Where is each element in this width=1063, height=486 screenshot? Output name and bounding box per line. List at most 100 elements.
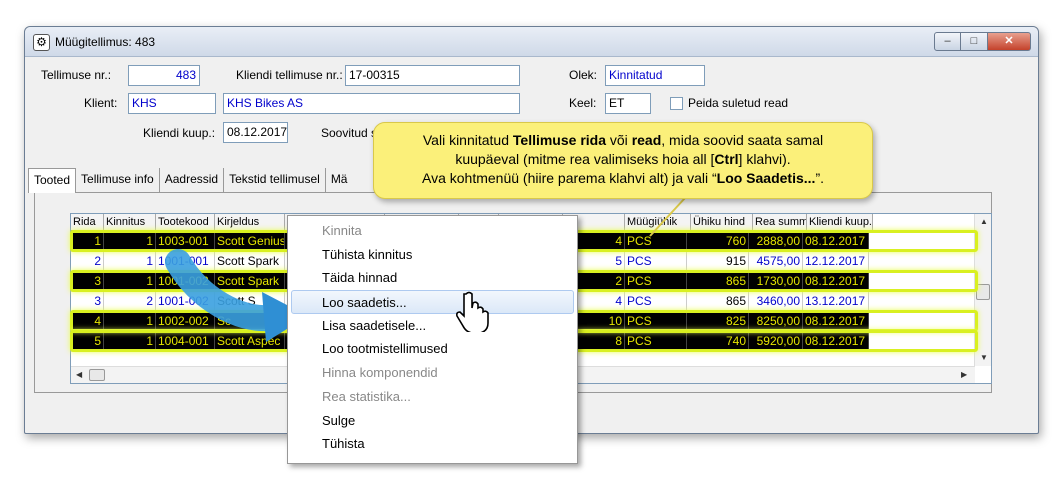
table-cell: PCS <box>625 232 687 252</box>
order-nr-label: Tellimuse nr.: <box>41 68 112 82</box>
table-cell: Sc <box>215 312 285 332</box>
table-cell: 1 <box>104 332 156 352</box>
table-cell: 915 <box>687 252 749 272</box>
table-cell: 5 <box>71 332 104 352</box>
tab-strip: Tooted Tellimuse info Aadressid Tekstid … <box>28 168 353 193</box>
table-cell: 2 <box>104 292 156 312</box>
table-cell: 2888,00 <box>749 232 803 252</box>
callout-text: Ava kohtmenüü (hiire parema klahvi alt) … <box>421 170 717 186</box>
table-cell: 2 <box>71 252 104 272</box>
column-header[interactable]: Kinnitus <box>104 214 156 230</box>
callout-text: , mida soovid saata samal <box>661 132 824 148</box>
table-cell: 1 <box>104 312 156 332</box>
callout-bold: read <box>631 132 662 148</box>
table-cell: 1001-001 <box>156 252 215 272</box>
client-label: Klient: <box>84 96 118 110</box>
scroll-down-icon[interactable]: ▼ <box>980 353 988 362</box>
table-cell: 08.12.2017 <box>803 232 869 252</box>
table-cell: 08.12.2017 <box>803 332 869 352</box>
menu-item[interactable]: Tühista <box>288 432 577 456</box>
menu-item: Rea statistika... <box>322 388 411 404</box>
maximize-button[interactable]: □ <box>961 32 988 51</box>
callout-text: kuupäeval (mitme rea valimiseks hoia all… <box>455 151 715 167</box>
column-header[interactable]: Rea summ <box>753 214 807 230</box>
status-label: Olek: <box>569 68 598 82</box>
table-cell: 3460,00 <box>749 292 803 312</box>
tab-tellimuse-info[interactable]: Tellimuse info <box>76 168 160 192</box>
scroll-up-icon[interactable]: ▲ <box>980 217 988 226</box>
menu-item[interactable]: Täida hinnad <box>288 266 577 290</box>
menu-item[interactable]: Tühista kinnitus <box>288 243 577 267</box>
status-field[interactable]: Kinnitatud <box>605 65 705 86</box>
scroll-right-icon[interactable]: ▶ <box>961 370 967 379</box>
table-cell: Scott Genius <box>215 232 285 252</box>
column-header[interactable]: Tootekood <box>156 214 215 230</box>
table-cell: 865 <box>687 272 749 292</box>
client-order-field[interactable]: 17-00315 <box>345 65 520 86</box>
table-cell: 1003-001 <box>156 232 215 252</box>
window-title: Müügitellimus: 483 <box>55 35 156 49</box>
column-header[interactable]: Kliendi kuup. <box>807 214 873 230</box>
title-bar[interactable]: ⚙ Müügitellimus: 483 – □ ✕ <box>25 27 1038 57</box>
table-cell: 825 <box>687 312 749 332</box>
table-cell: 10 <box>573 312 625 332</box>
column-header[interactable]: Kirjeldus <box>215 214 285 230</box>
table-cell: 1002-002 <box>156 312 215 332</box>
table-cell: 13.12.2017 <box>803 292 869 312</box>
close-button[interactable]: ✕ <box>988 32 1031 51</box>
menu-item[interactable]: Loo saadetis... <box>291 290 574 314</box>
table-cell: Scott Aspec <box>215 332 285 352</box>
tab-tooted[interactable]: Tooted <box>28 168 77 193</box>
table-cell: 12.12.2017 <box>803 252 869 272</box>
callout-text: või <box>606 132 632 148</box>
context-menu: Kinnita Tühista kinnitus Täida hinnad Loo s… <box>287 215 578 464</box>
menu-item: Kinnita <box>322 223 362 238</box>
language-field[interactable]: ET <box>605 93 651 114</box>
order-nr-field[interactable]: 483 <box>128 65 200 86</box>
column-header[interactable]: Rida <box>71 214 104 230</box>
tab-ma[interactable]: Mä <box>326 168 353 192</box>
table-cell: 865 <box>687 292 749 312</box>
horizontal-scroll-thumb[interactable] <box>89 369 105 381</box>
table-cell: 1 <box>104 252 156 272</box>
table-cell: 1730,00 <box>749 272 803 292</box>
instruction-callout: Vali kinnitatud Tellimuse rida või read,… <box>373 122 873 199</box>
table-cell: Scott Spark <box>215 252 285 272</box>
tab-tekstid[interactable]: Tekstid tellimusel <box>224 168 326 192</box>
menu-item[interactable]: Loo tootmistellimused <box>288 337 577 361</box>
table-cell: 760 <box>687 232 749 252</box>
callout-bold: Tellimuse rida <box>512 132 606 148</box>
vertical-scrollbar[interactable]: ▲ ▼ <box>974 214 991 366</box>
column-header[interactable]: Ühiku hind <box>691 214 753 230</box>
table-cell: 1001-002 <box>156 272 215 292</box>
menu-item[interactable]: Lisa saadetisele... <box>288 314 577 338</box>
minimize-button[interactable]: – <box>934 32 961 51</box>
table-cell: PCS <box>625 312 687 332</box>
table-cell: 1 <box>104 232 156 252</box>
menu-item: Hinna komponendid <box>322 365 438 381</box>
table-cell: 4 <box>573 292 625 312</box>
tab-aadressid[interactable]: Aadressid <box>160 168 225 192</box>
client-name-field[interactable]: KHS Bikes AS <box>223 93 520 114</box>
table-cell: Scott Spark <box>215 272 285 292</box>
table-cell: PCS <box>625 272 687 292</box>
client-code-field[interactable]: KHS <box>128 93 216 114</box>
table-cell: PCS <box>625 252 687 272</box>
vertical-scroll-thumb[interactable] <box>976 284 990 300</box>
menu-item[interactable]: Sulge <box>288 409 577 433</box>
column-header[interactable]: Müügiühik <box>625 214 691 230</box>
hand-cursor-icon <box>456 291 489 332</box>
scroll-left-icon[interactable]: ◀ <box>76 370 82 379</box>
callout-text: ”. <box>815 170 825 186</box>
table-cell: 1004-001 <box>156 332 215 352</box>
table-cell: 4575,00 <box>749 252 803 272</box>
hide-closed-checkbox[interactable] <box>670 97 683 110</box>
table-cell: 3 <box>71 292 104 312</box>
table-cell: 4 <box>71 312 104 332</box>
app-gear-icon: ⚙ <box>33 34 50 51</box>
callout-bold: Ctrl <box>714 151 739 167</box>
table-cell: 08.12.2017 <box>803 272 869 292</box>
client-date-field[interactable]: 08.12.2017 <box>223 122 288 143</box>
hide-closed-label: Peida suletud read <box>688 96 789 110</box>
language-label: Keel: <box>569 96 597 110</box>
